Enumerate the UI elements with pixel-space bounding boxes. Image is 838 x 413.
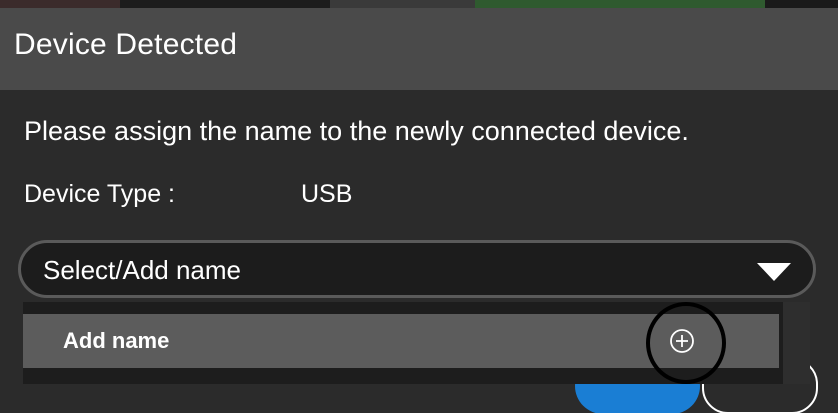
chevron-down-icon[interactable] xyxy=(757,263,791,281)
dialog-message: Please assign the name to the newly conn… xyxy=(24,116,689,146)
dialog-title: Device Detected xyxy=(14,28,238,61)
dialog-header: Device Detected xyxy=(0,8,838,90)
name-select-value: Select/Add name xyxy=(43,255,242,285)
plus-circle-icon[interactable] xyxy=(663,322,701,360)
name-dropdown-list: Add name xyxy=(23,302,810,384)
device-type-value: USB xyxy=(301,180,353,208)
dropdown-scrollbar[interactable] xyxy=(783,302,810,384)
dropdown-item-label: Add name xyxy=(63,328,170,353)
device-type-label: Device Type : xyxy=(24,180,176,208)
name-select-dropdown[interactable]: Select/Add name xyxy=(18,240,816,298)
dropdown-item-add-name[interactable]: Add name xyxy=(23,314,779,368)
screen: Device Detected Please assign the name t… xyxy=(0,0,838,413)
